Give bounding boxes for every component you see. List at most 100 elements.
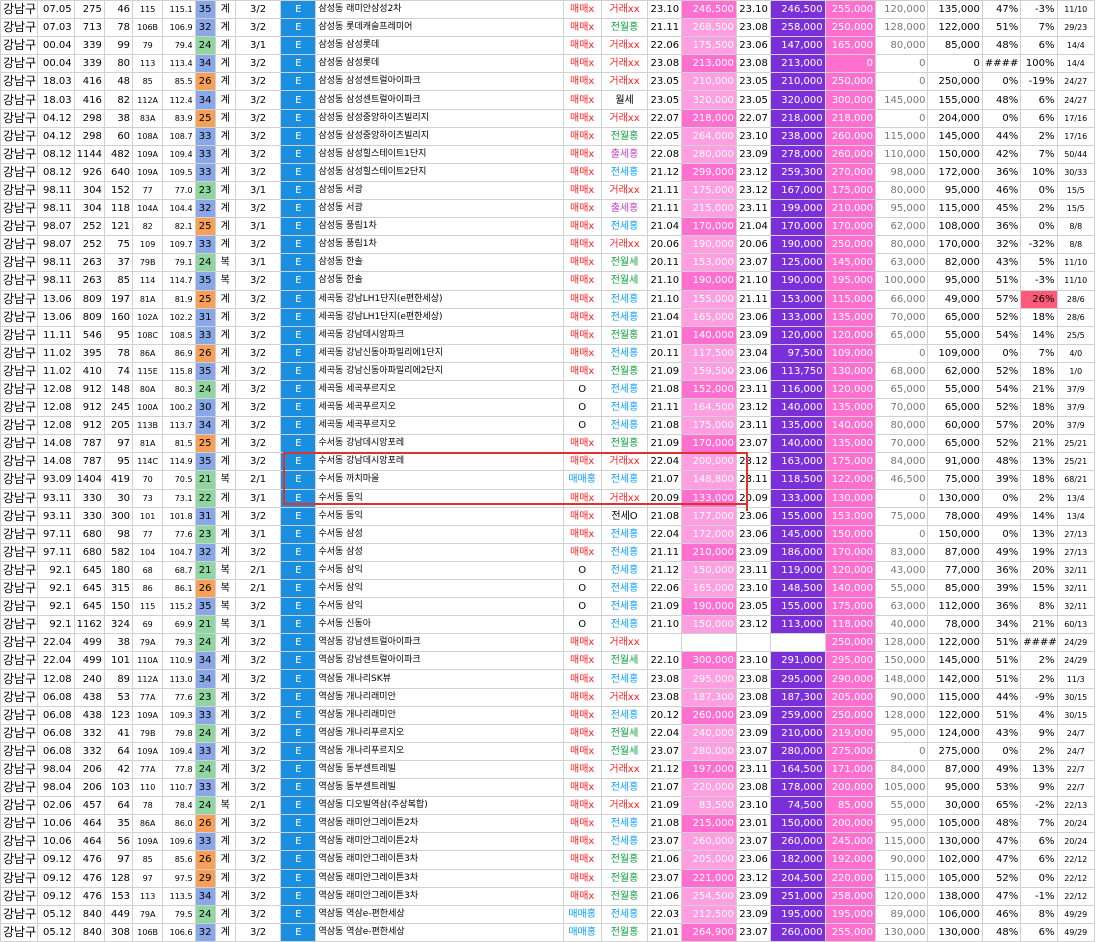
- cell-sale-price[interactable]: 212,500: [681, 904, 737, 924]
- table-row[interactable]: 강남구 05.12 840 449 79A 79.5 24 계 3/2 E 역삼동 역삼e-편한세상…: [0, 904, 1096, 924]
- cell-floors[interactable]: 205: [103, 416, 134, 436]
- cell-jeonse-ratio[interactable]: 46%: [981, 904, 1022, 924]
- cell-district[interactable]: 강남구: [0, 289, 39, 309]
- cell-kind[interactable]: 계: [214, 0, 236, 20]
- cell-e-flag[interactable]: E: [280, 741, 317, 761]
- cell-jeonse-date[interactable]: 23.07: [735, 922, 772, 942]
- cell-trade-status[interactable]: 전세홍: [600, 705, 649, 725]
- cell-complex-name[interactable]: 삼성동 삼성센트럴아이파크: [315, 90, 564, 110]
- cell-district[interactable]: 강남구: [0, 126, 39, 146]
- cell-sale-price[interactable]: 165,000: [681, 578, 737, 599]
- cell-sale-status[interactable]: 매매x: [562, 235, 602, 255]
- cell-complex-name[interactable]: 역삼동 래미안그레이튼2차: [315, 832, 564, 852]
- cell-jeonse-ratio[interactable]: 36%: [981, 560, 1022, 581]
- cell-sale-price[interactable]: 215,000: [681, 199, 737, 219]
- cell-sale-price[interactable]: 213,000: [681, 54, 737, 74]
- table-row[interactable]: 강남구 93.11 330 300 101 101.8 31 계 3/2 E 수서동 동익 매매x 전세…: [0, 506, 1096, 526]
- table-row[interactable]: 강남구 02.06 457 64 78 78.4 24 복 2/1 E 역삼동 디오빌역삼(주상복합…: [0, 796, 1096, 816]
- cell-type[interactable]: 115E: [132, 361, 164, 381]
- cell-change-rate[interactable]: 14%: [1020, 325, 1058, 345]
- cell-jeonse-date[interactable]: 23.05: [735, 90, 772, 110]
- cell-pyeong[interactable]: 33: [194, 144, 216, 164]
- cell-area[interactable]: 79.5: [162, 904, 196, 924]
- cell-e-flag[interactable]: E: [280, 253, 317, 273]
- cell-kind[interactable]: 계: [214, 126, 236, 146]
- cell-date[interactable]: 00.04: [37, 36, 75, 56]
- cell-area[interactable]: 115.8: [162, 361, 196, 381]
- cell-area[interactable]: 79.3: [162, 633, 196, 653]
- cell-jeonse-ratio[interactable]: 47%: [981, 0, 1022, 20]
- cell-e-flag[interactable]: E: [280, 886, 317, 906]
- cell-sale-date[interactable]: 22.06: [647, 578, 683, 599]
- cell-area[interactable]: 104.4: [162, 199, 196, 219]
- cell-type[interactable]: 68: [132, 560, 164, 581]
- cell-jeonse-ratio[interactable]: 51%: [981, 633, 1022, 653]
- cell-floors[interactable]: 152: [103, 180, 134, 201]
- cell-unit-floor[interactable]: 8/8: [1056, 217, 1096, 237]
- cell-sale-date[interactable]: 21.08: [647, 379, 683, 400]
- cell-sale-date[interactable]: 23.07: [647, 741, 683, 761]
- cell-pyeong[interactable]: 31: [194, 307, 216, 327]
- cell-area[interactable]: 86.0: [162, 814, 196, 834]
- cell-floors[interactable]: 123: [103, 705, 134, 725]
- cell-floors[interactable]: 89: [103, 669, 134, 689]
- cell-type[interactable]: 114: [132, 271, 164, 291]
- table-row[interactable]: 강남구 97.11 680 98 77 77.6 23 계 3/1 E 수서동 삼성 매매x 전세홍 22…: [0, 524, 1096, 544]
- cell-pyeong[interactable]: 31: [194, 506, 216, 526]
- cell-gap[interactable]: 108,000: [927, 217, 983, 237]
- cell-unit-floor[interactable]: 30/15: [1056, 687, 1096, 707]
- cell-change-rate[interactable]: 0%: [1020, 180, 1058, 201]
- cell-jeonse-date[interactable]: 23.10: [735, 796, 772, 816]
- cell-date[interactable]: 98.04: [37, 778, 75, 798]
- cell-e-flag[interactable]: E: [280, 778, 317, 798]
- table-row[interactable]: 강남구 12.08 912 205 113B 113.7 34 계 3/2 E 세곡동 세곡푸르지오…: [0, 416, 1096, 436]
- cell-area[interactable]: 108.7: [162, 126, 196, 146]
- cell-jeonse-date[interactable]: 23.06: [735, 524, 772, 544]
- cell-jeonse-low[interactable]: 210,000: [770, 72, 826, 92]
- cell-district[interactable]: 강남구: [0, 217, 39, 237]
- cell-kind[interactable]: 복: [214, 271, 236, 291]
- cell-kind[interactable]: 계: [214, 741, 236, 761]
- cell-sale-price[interactable]: 148,800: [681, 470, 737, 490]
- cell-sale-price[interactable]: 117,500: [681, 343, 737, 363]
- cell-households[interactable]: 912: [73, 398, 105, 418]
- cell-date[interactable]: 93.11: [37, 488, 75, 508]
- cell-area[interactable]: 113.5: [162, 886, 196, 906]
- cell-sale-price[interactable]: 177,000: [681, 506, 737, 526]
- cell-households[interactable]: 787: [73, 434, 105, 454]
- cell-households[interactable]: 809: [73, 289, 105, 309]
- cell-gap[interactable]: 115,000: [927, 199, 983, 219]
- cell-monthly-deposit[interactable]: 0: [875, 54, 929, 74]
- cell-area[interactable]: 77.8: [162, 759, 196, 780]
- cell-change-rate[interactable]: 10%: [1020, 162, 1058, 182]
- cell-sale-date[interactable]: 21.11: [647, 180, 683, 201]
- table-row[interactable]: 강남구 06.08 332 64 109A 109.4 33 계 3/2 E 역삼동 개나리푸르지오…: [0, 741, 1096, 761]
- cell-ratio[interactable]: 3/2: [234, 361, 282, 381]
- cell-floors[interactable]: 56: [103, 832, 134, 852]
- table-row[interactable]: 강남구 08.12 1144 482 109A 109.4 33 계 3/2 E 삼성동 삼성힐스테…: [0, 144, 1096, 164]
- cell-change-rate[interactable]: 7%: [1020, 814, 1058, 834]
- cell-area[interactable]: 109.3: [162, 705, 196, 725]
- cell-jeonse-ratio[interactable]: 48%: [981, 90, 1022, 110]
- cell-floors[interactable]: 78: [103, 18, 134, 38]
- cell-jeonse-ratio[interactable]: 51%: [981, 271, 1022, 291]
- cell-area[interactable]: 108.5: [162, 325, 196, 345]
- cell-households[interactable]: 840: [73, 922, 105, 942]
- cell-monthly-deposit[interactable]: 145,000: [875, 90, 929, 110]
- cell-e-flag[interactable]: E: [280, 615, 317, 635]
- cell-unit-floor[interactable]: 27/13: [1056, 524, 1096, 544]
- cell-households[interactable]: 645: [73, 560, 105, 581]
- cell-area[interactable]: 109.4: [162, 144, 196, 164]
- cell-jeonse-low[interactable]: 258,000: [770, 18, 826, 38]
- cell-jeonse-date[interactable]: 23.01: [735, 814, 772, 834]
- cell-jeonse-high[interactable]: 135,000: [824, 434, 877, 454]
- cell-jeonse-high[interactable]: 115,000: [824, 289, 877, 309]
- cell-pyeong[interactable]: 34: [194, 651, 216, 671]
- cell-jeonse-low[interactable]: 259,000: [770, 705, 826, 725]
- table-row[interactable]: 강남구 93.11 330 30 73 73.1 22 계 3/1 E 수서동 동익 매매x 거래xx 2…: [0, 488, 1096, 508]
- cell-district[interactable]: 강남구: [0, 705, 39, 725]
- cell-change-rate[interactable]: -3%: [1020, 271, 1058, 291]
- cell-jeonse-ratio[interactable]: 47%: [981, 886, 1022, 906]
- cell-e-flag[interactable]: E: [280, 796, 317, 816]
- cell-district[interactable]: 강남구: [0, 542, 39, 562]
